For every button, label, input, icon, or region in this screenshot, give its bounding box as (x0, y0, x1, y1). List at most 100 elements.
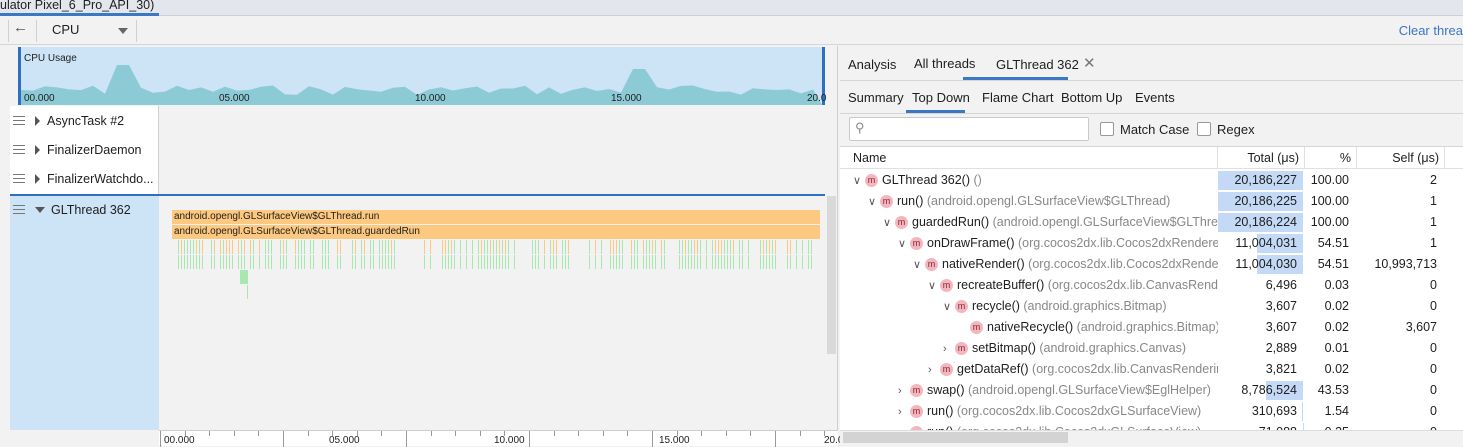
drag-handle-icon[interactable] (13, 174, 25, 183)
call-stripe (595, 255, 596, 269)
tree-row[interactable]: ›mgetDataRef() (org.cocos2dx.lib.CanvasR… (840, 359, 1463, 380)
column-header-name[interactable]: Name (840, 147, 1218, 169)
call-stripe (727, 255, 728, 269)
device-session-tab[interactable]: ulator Pixel_6_Pro_API_30) (0, 0, 159, 16)
thread-row[interactable]: FinalizerDaemon (10, 135, 159, 164)
call-stripe (706, 240, 707, 254)
call-stripe (715, 255, 716, 269)
call-stripe (184, 240, 185, 254)
call-stripe (259, 255, 260, 269)
drag-handle-icon[interactable] (13, 116, 25, 125)
call-stripe (718, 255, 719, 269)
call-stripe (613, 255, 614, 269)
clear-thread-selection-link[interactable]: Clear threa (1399, 23, 1463, 38)
subtab-flame-chart[interactable]: Flame Chart (982, 90, 1054, 105)
thread-trace-track[interactable]: android.opengl.GLSurfaceView$GLThread.ru… (159, 196, 825, 430)
expand-chevron-icon[interactable]: ∨ (913, 255, 925, 275)
column-header-total[interactable]: Total (μs) (1218, 147, 1305, 169)
call-stripe (313, 255, 314, 269)
call-stripe (802, 255, 803, 269)
thread-row[interactable]: FinalizerWatchdo... (10, 164, 159, 193)
tree-row[interactable]: ∨mGLThread 362() () 20,186,227 100.00 2 (840, 170, 1463, 191)
expand-chevron-icon[interactable]: › (898, 381, 910, 401)
tree-row[interactable]: ›msetBitmap() (android.graphics.Canvas) … (840, 338, 1463, 359)
vertical-scrollbar[interactable] (827, 196, 836, 354)
call-stripe (742, 255, 743, 269)
call-stripe (772, 255, 773, 269)
column-header-self[interactable]: Self (μs) (1357, 147, 1445, 169)
expand-chevron-icon[interactable]: ∨ (928, 276, 940, 296)
expand-chevron-icon[interactable]: ∨ (943, 297, 955, 317)
expand-arrow-icon[interactable] (35, 174, 40, 184)
total-value: 20,186,225 (1234, 194, 1297, 208)
thread-name: FinalizerDaemon (47, 143, 141, 157)
expand-chevron-icon[interactable]: ∨ (898, 234, 910, 254)
chevron-down-icon[interactable] (118, 28, 128, 34)
call-stripe (808, 255, 809, 269)
tree-row[interactable]: mnativeRecycle() (android.graphics.Bitma… (840, 317, 1463, 338)
drag-handle-icon[interactable] (13, 145, 25, 154)
drag-handle-icon[interactable] (13, 205, 25, 214)
method-icon: m (895, 216, 908, 229)
regex-checkbox[interactable] (1197, 122, 1211, 136)
call-stripe (589, 240, 590, 254)
subtab-bottom-up[interactable]: Bottom Up (1061, 90, 1122, 105)
axis-label: 15.000 (659, 435, 690, 446)
tree-row[interactable]: ∨mnativeRender() (org.cocos2dx.lib.Cocos… (840, 254, 1463, 275)
cpu-tick: 20.0 (807, 93, 826, 104)
call-stripe (385, 240, 386, 254)
expand-chevron-icon[interactable]: › (943, 339, 955, 359)
match-case-checkbox[interactable] (1100, 122, 1114, 136)
tab-glthread[interactable]: GLThread 362 (996, 57, 1079, 72)
thread-row[interactable]: AsyncTask #2 (10, 106, 159, 135)
expand-arrow-icon[interactable] (35, 145, 40, 155)
divider (840, 113, 1463, 114)
call-stripe (568, 255, 569, 269)
method-name: nativeRender() (942, 257, 1025, 271)
call-stripe (532, 240, 533, 254)
tree-row[interactable]: ∨mguardedRun() (android.opengl.GLSurface… (840, 212, 1463, 233)
total-value: 3,607 (1266, 299, 1297, 313)
tab-analysis[interactable]: Analysis (848, 57, 896, 72)
call-stripe (688, 255, 689, 269)
call-stripe (538, 240, 539, 254)
expand-chevron-icon[interactable]: › (928, 360, 940, 380)
tab-all-threads[interactable]: All threads (914, 56, 975, 71)
call-stripe (601, 240, 602, 254)
tree-row[interactable]: ∨monDrawFrame() (org.cocos2dx.lib.Cocos2… (840, 233, 1463, 254)
call-stripe (466, 255, 467, 269)
profiler-select[interactable]: CPU (52, 22, 79, 37)
axis-tick (258, 431, 259, 436)
close-icon[interactable]: ✕ (1083, 54, 1096, 72)
search-input[interactable]: ⚲ (849, 117, 1089, 141)
tree-row[interactable]: ∨mrun() (android.opengl.GLSurfaceView$GL… (840, 191, 1463, 212)
self-cell: 1 (1357, 233, 1445, 254)
call-stripe (220, 240, 221, 254)
toolbar: ← CPU Clear threa (0, 16, 1463, 45)
scrollbar-thumb[interactable] (843, 432, 1068, 443)
subtab-summary[interactable]: Summary (848, 90, 904, 105)
tree-row[interactable]: ∨mrecycle() (android.graphics.Bitmap) 3,… (840, 296, 1463, 317)
thread-row-selected[interactable]: GLThread 362 (10, 196, 159, 430)
expand-chevron-icon[interactable]: ∨ (868, 192, 880, 212)
tree-row[interactable]: ›mswap() (android.opengl.GLSurfaceView$E… (840, 380, 1463, 401)
subtab-events[interactable]: Events (1135, 90, 1175, 105)
total-cell: 3,607 (1218, 296, 1305, 317)
call-stripe (361, 240, 362, 254)
back-arrow-icon[interactable]: ← (13, 19, 28, 36)
column-header-percent[interactable]: % (1305, 147, 1357, 169)
expand-arrow-icon[interactable] (35, 116, 40, 126)
expand-chevron-icon[interactable]: ∨ (883, 213, 895, 233)
call-stripe (742, 240, 743, 254)
expand-chevron-icon[interactable]: › (898, 402, 910, 422)
tree-row[interactable]: ›mrun() (org.cocos2dx.lib.Cocos2dxGLSurf… (840, 401, 1463, 422)
call-stripe (643, 255, 644, 269)
collapse-arrow-icon[interactable] (35, 207, 45, 213)
cpu-tick: 15.000 (611, 93, 642, 104)
percent-cell: 0.02 (1305, 296, 1357, 317)
expand-chevron-icon[interactable]: ∨ (853, 171, 865, 191)
axis-tick (160, 431, 161, 447)
cpu-usage-chart[interactable]: CPU Usage 00.000 05.000 10.000 15.000 20… (18, 47, 825, 105)
tree-row[interactable]: ∨mrecreateBuffer() (org.cocos2dx.lib.Can… (840, 275, 1463, 296)
subtab-top-down[interactable]: Top Down (912, 90, 970, 105)
